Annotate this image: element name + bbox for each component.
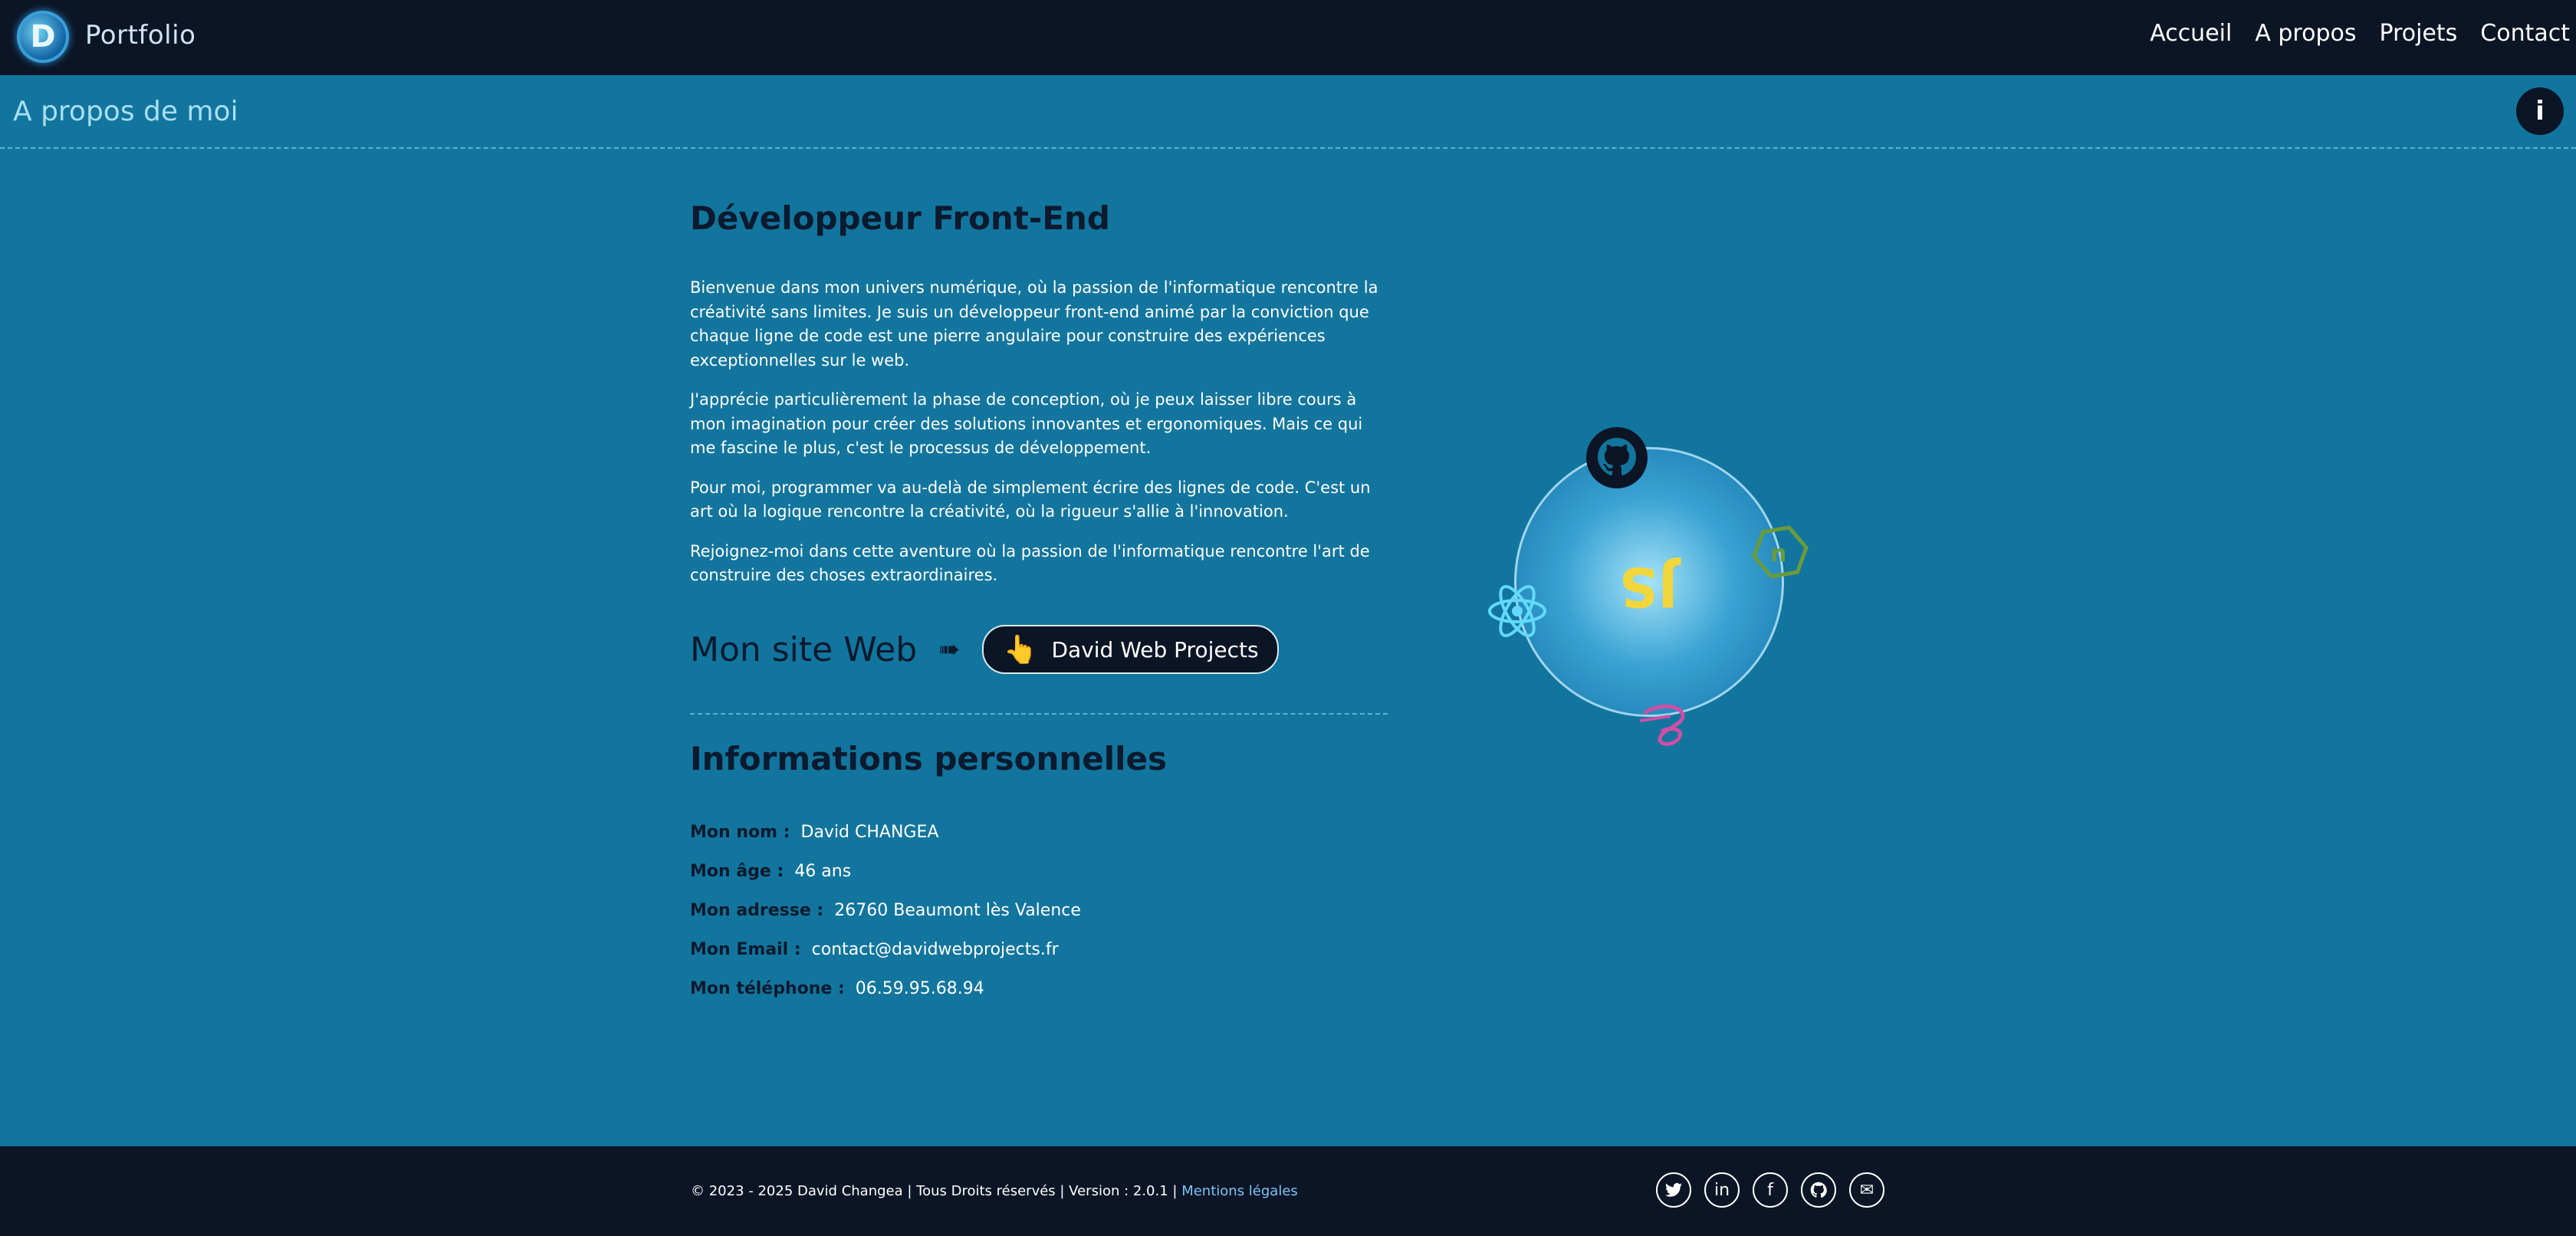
top-navbar: D Portfolio Accueil A propos Projets Con… [0,0,2576,75]
bio: Bienvenue dans mon univers numérique, où… [690,276,1380,603]
nav-accueil[interactable]: Accueil [2150,20,2232,47]
mail-button[interactable]: ✉ [1849,1172,1884,1208]
arrow-right-icon: ➠ [938,634,961,665]
legal-link[interactable]: Mentions légales [1181,1183,1298,1199]
nav-contact[interactable]: Contact [2480,20,2570,47]
website-title: Mon site Web [690,630,918,669]
personal-info-list: Mon nom : David CHANGEA Mon âge : 46 ans… [690,813,1081,1008]
info-row-phone: Mon téléphone : 06.59.95.68.94 [690,969,1081,1008]
divider [690,713,1388,715]
info-label: Mon âge : [690,862,784,881]
info-label: Mon adresse : [690,901,824,920]
logo-letter: D [30,19,56,54]
twitter-icon [1665,1182,1682,1197]
bio-paragraph: Pour moi, programmer va au-delà de simpl… [690,478,1371,521]
logo[interactable]: D [17,11,69,63]
info-value: 06.59.95.68.94 [855,979,984,998]
info-row-age: Mon âge : 46 ans [690,852,1081,891]
info-value: David CHANGEA [800,823,939,842]
nav-a-propos[interactable]: A propos [2255,20,2356,47]
nodejs-icon: n [1752,525,1809,579]
info-row-address: Mon adresse : 26760 Beaumont lès Valence [690,891,1081,930]
info-value: contact@davidwebprojects.fr [811,940,1059,959]
info-button[interactable]: i [2516,87,2564,135]
section-title: Développeur Front-End [690,199,1110,237]
twitter-button[interactable] [1656,1172,1691,1208]
info-icon: i [2535,96,2545,127]
sass-icon [1639,704,1685,746]
facebook-button[interactable]: f [1753,1172,1788,1208]
social-links: in f ✉ [1656,1172,1898,1208]
linkedin-button[interactable]: in [1704,1172,1740,1208]
page-title: A propos de moi [13,96,238,127]
javascript-icon: JS [1619,555,1678,618]
github-button[interactable] [1801,1172,1836,1208]
main-nav: Accueil A propos Projets Contact [2150,20,2576,47]
pointing-hand-icon: 👆 [1003,634,1038,666]
react-icon [1488,585,1546,637]
info-row-name: Mon nom : David CHANGEA [690,813,1081,852]
brand-name[interactable]: Portfolio [85,20,196,51]
github-icon [1810,1182,1827,1198]
info-label: Mon Email : [690,940,801,959]
github-icon [1586,427,1648,488]
info-label: Mon nom : [690,823,790,842]
website-row: Mon site Web ➠ 👆 David Web Projects [690,625,1279,674]
bio-paragraph: Rejoignez-moi dans cette aventure où la … [690,541,1370,585]
copyright-text: © 2023 - 2025 David Changea | Tous Droit… [691,1183,1178,1199]
website-button-label: David Web Projects [1051,636,1259,662]
info-label: Mon téléphone : [690,979,845,998]
personal-info-title: Informations personnelles [690,740,1168,777]
nav-projets[interactable]: Projets [2380,20,2458,47]
info-row-email: Mon Email : contact@davidwebprojects.fr [690,930,1081,969]
mail-icon: ✉ [1859,1180,1875,1200]
facebook-icon: f [1767,1180,1773,1200]
bio-paragraph: J'apprécie particulièrement la phase de … [690,390,1363,457]
svg-text:n: n [1770,541,1786,567]
copyright: © 2023 - 2025 David Changea | Tous Droit… [691,1183,1298,1199]
page-header: A propos de moi [0,75,2576,149]
website-button[interactable]: 👆 David Web Projects [981,625,1279,674]
info-value: 46 ans [794,862,852,881]
linkedin-icon: in [1714,1180,1730,1200]
info-value: 26760 Beaumont lès Valence [834,901,1081,920]
bio-paragraph: Bienvenue dans mon univers numérique, où… [690,278,1378,370]
footer: © 2023 - 2025 David Changea | Tous Droit… [0,1146,2576,1236]
